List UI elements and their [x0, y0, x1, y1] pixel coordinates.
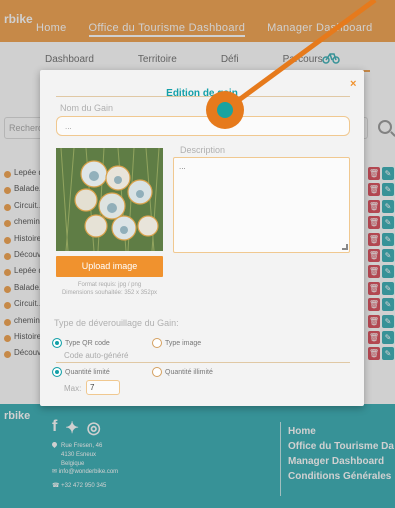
- description-label: Description: [180, 145, 226, 155]
- gain-name-label: Nom du Gain: [60, 103, 114, 113]
- edit-gain-modal: Edition de gain × Nom du Gain ... Descri…: [40, 70, 364, 406]
- pointer-line: [226, 0, 377, 111]
- unlimited-label: Quantité illimité: [165, 369, 213, 376]
- auto-code-label: Code auto-généré: [64, 351, 129, 360]
- gain-image-preview: [56, 148, 163, 251]
- limited-label: Quantité limité: [65, 369, 110, 376]
- upload-image-button[interactable]: Upload image: [56, 256, 163, 277]
- radio-limited[interactable]: [52, 367, 62, 377]
- max-label: Max:: [64, 384, 82, 393]
- radio-image[interactable]: [152, 338, 162, 348]
- gain-photo: [56, 148, 163, 251]
- image-type-label: Type image: [165, 340, 202, 347]
- max-quantity-input[interactable]: 7: [86, 380, 120, 395]
- resize-handle-icon[interactable]: [342, 244, 348, 250]
- click-indicator-icon: [206, 91, 244, 129]
- qr-code-label: Type QR code: [65, 340, 110, 347]
- format-note: Format requis: jpg / png Dimensions souh…: [61, 282, 158, 296]
- radio-unlimited[interactable]: [152, 367, 162, 377]
- section-divider: [56, 362, 350, 363]
- radio-qr-code[interactable]: [52, 338, 62, 348]
- unlock-type-label: Type de déverouillage du Gain:: [54, 318, 179, 328]
- description-textarea[interactable]: [173, 157, 350, 253]
